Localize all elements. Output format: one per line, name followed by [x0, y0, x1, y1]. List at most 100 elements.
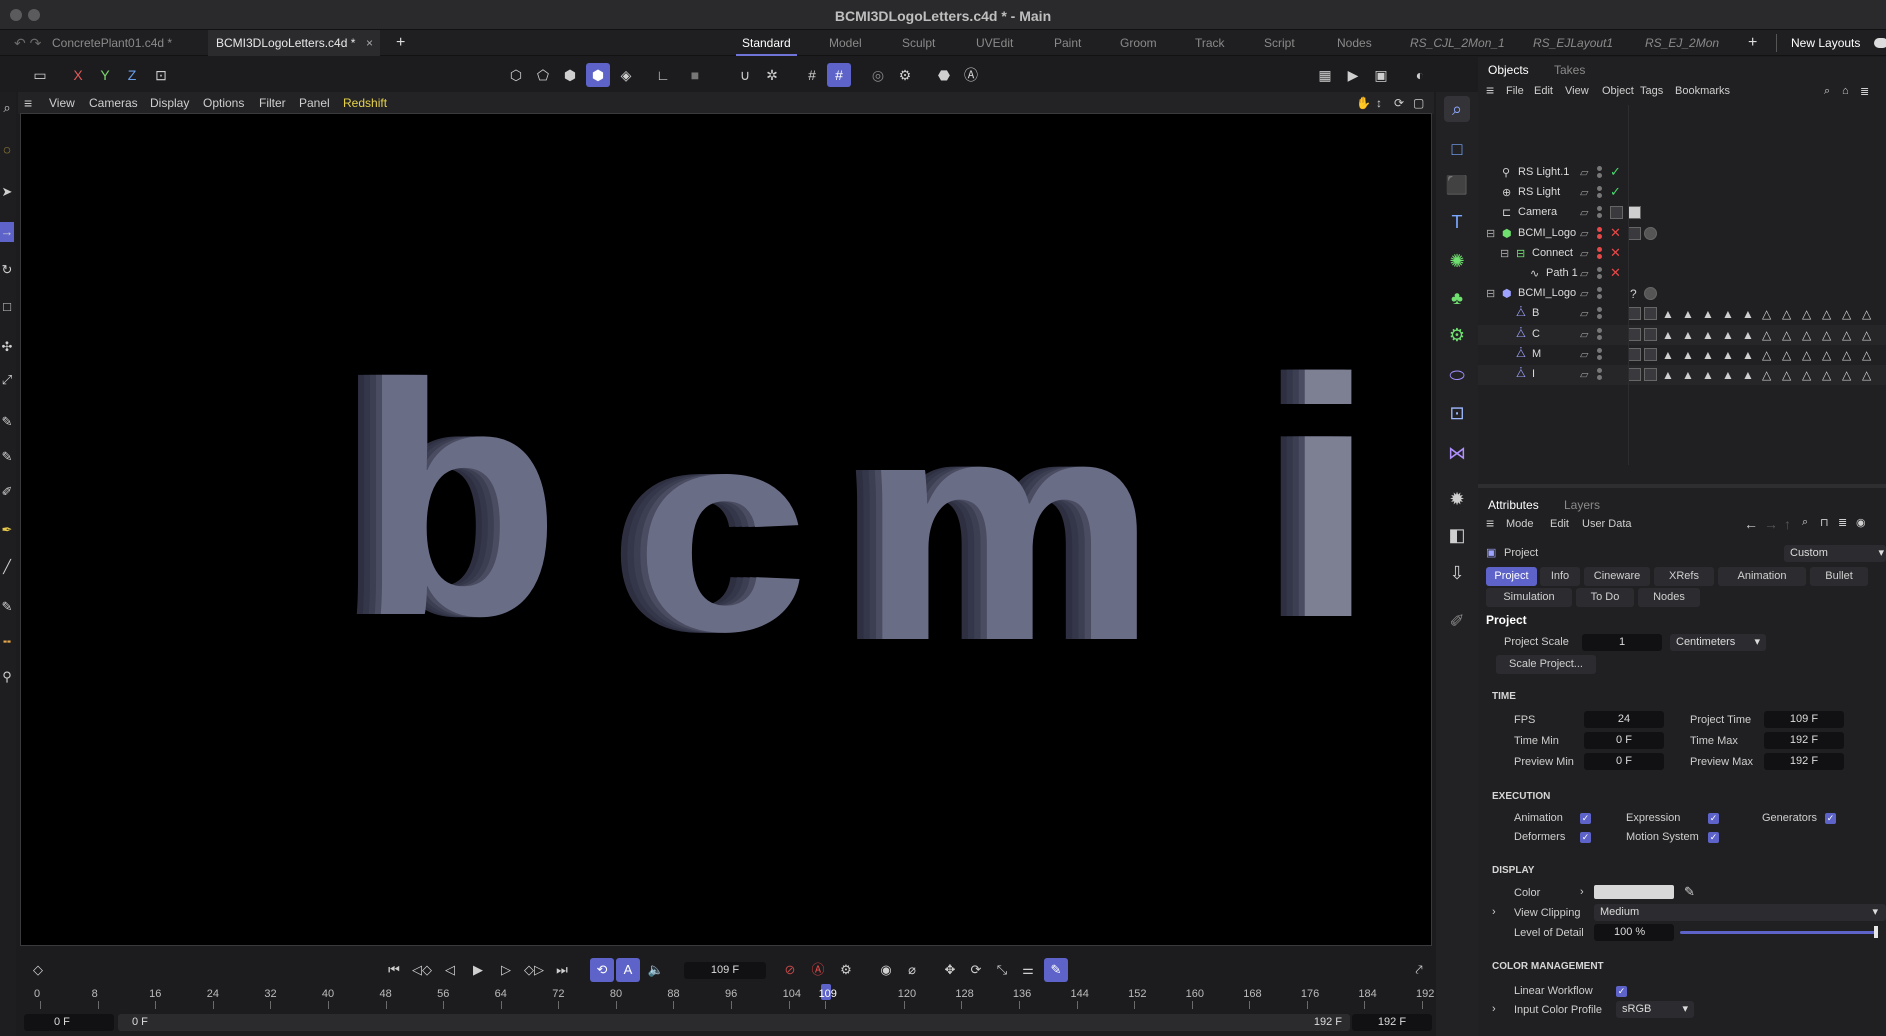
preview-max-field[interactable]: 192 F: [1764, 753, 1844, 770]
selection-tag-icon[interactable]: ▲: [1682, 368, 1694, 382]
selection-tag-icon[interactable]: ▲: [1722, 307, 1734, 321]
tab-animation[interactable]: Animation: [1718, 567, 1806, 586]
selection-tag-icon[interactable]: △: [1802, 328, 1811, 342]
go-to-end-icon[interactable]: ⏭: [550, 958, 574, 982]
visibility-dots[interactable]: [1596, 186, 1604, 200]
layer-icon[interactable]: ▱: [1580, 348, 1588, 361]
measure-icon[interactable]: ╍: [0, 632, 14, 652]
layout-paint[interactable]: Paint: [1054, 30, 1081, 56]
selection-tag-icon[interactable]: ▲: [1702, 328, 1714, 342]
selection-tag-icon[interactable]: △: [1842, 348, 1851, 362]
objects-menu-tags[interactable]: Tags: [1640, 85, 1663, 97]
camera-tag-icon[interactable]: [1628, 206, 1641, 220]
selection-tag-icon[interactable]: ▲: [1682, 348, 1694, 362]
object-row[interactable]: ⧊ M ▱ ▲ ▲ ▲ ▲ ▲ △ △ △ △ △ △: [1478, 345, 1886, 365]
home-icon[interactable]: ⌂: [1842, 85, 1849, 97]
render-view-icon[interactable]: ▶: [1341, 63, 1365, 87]
cube-icon[interactable]: ⬣: [932, 63, 956, 87]
visibility-dots[interactable]: [1596, 327, 1604, 342]
selection-tag-icon[interactable]: △: [1842, 328, 1851, 342]
tab-layers[interactable]: Layers: [1564, 498, 1600, 512]
auto-keyframe-icon[interactable]: Ⓐ: [959, 63, 983, 87]
layout-uvedit[interactable]: UVEdit: [976, 30, 1013, 56]
tab-to-do[interactable]: To Do: [1576, 588, 1634, 607]
lock-icon[interactable]: ◎: [866, 63, 890, 87]
phong-tag-icon[interactable]: [1628, 347, 1641, 361]
phong-tag-icon[interactable]: [1628, 307, 1641, 321]
layout-standard[interactable]: Standard: [736, 30, 797, 56]
selection-tag-icon[interactable]: △: [1842, 368, 1851, 382]
selection-tag-icon[interactable]: △: [1862, 368, 1871, 382]
expand-toggle-icon[interactable]: ⊟: [1500, 247, 1509, 260]
selection-tag-icon[interactable]: ▲: [1662, 307, 1674, 321]
tab-bullet[interactable]: Bullet: [1810, 567, 1868, 586]
next-frame-icon[interactable]: ▷: [494, 958, 518, 982]
attributes-hamburger-icon[interactable]: ≡: [1486, 515, 1494, 531]
live-selection-icon[interactable]: ◌: [0, 140, 14, 160]
selection-tag-icon[interactable]: △: [1862, 348, 1871, 362]
lod-field[interactable]: 100 %: [1594, 924, 1674, 941]
range-end-field[interactable]: 192 F: [1352, 1014, 1432, 1031]
menu-view[interactable]: View: [49, 92, 75, 114]
preview-min-field[interactable]: 0 F: [1584, 753, 1664, 770]
tab-takes[interactable]: Takes: [1554, 63, 1585, 77]
visibility-dots[interactable]: [1596, 166, 1604, 180]
selection-tag-icon[interactable]: △: [1782, 368, 1791, 382]
prev-frame-icon[interactable]: ◁: [438, 958, 462, 982]
workplane-icon[interactable]: #: [827, 63, 851, 87]
selection-tag-icon[interactable]: △: [1822, 328, 1831, 342]
selection-tag-icon[interactable]: △: [1782, 307, 1791, 321]
pan-icon[interactable]: ✋: [1356, 92, 1371, 114]
snap-magnet-icon[interactable]: ∪: [733, 63, 757, 87]
play-icon[interactable]: ▶: [466, 958, 490, 982]
layout-sculpt[interactable]: Sculpt: [902, 30, 935, 56]
selection-tag-icon[interactable]: △: [1762, 328, 1771, 342]
generators-checkbox[interactable]: ✓: [1825, 813, 1836, 824]
expand-toggle-icon[interactable]: ⊟: [1486, 227, 1495, 240]
layer-icon[interactable]: ▱: [1580, 307, 1588, 320]
mode-dropdown[interactable]: Custom ▾: [1784, 545, 1886, 562]
model-mode-icon[interactable]: ⬢: [586, 63, 610, 87]
layout-nodes[interactable]: Nodes: [1337, 30, 1372, 56]
selection-tag-icon[interactable]: △: [1822, 348, 1831, 362]
spline-pen-icon[interactable]: ✒: [0, 520, 14, 540]
back-arrow-icon[interactable]: ←: [1744, 516, 1758, 532]
tab-attributes[interactable]: Attributes: [1488, 498, 1539, 512]
menu-display[interactable]: Display: [150, 92, 189, 114]
linear-workflow-checkbox[interactable]: ✓: [1616, 986, 1627, 997]
selection-tag-icon[interactable]: ▲: [1742, 307, 1754, 321]
edges-mode-icon[interactable]: ⬠: [531, 63, 555, 87]
scale-project-button[interactable]: Scale Project...: [1496, 655, 1596, 674]
axis-y-lock[interactable]: Y: [93, 63, 117, 87]
archive-icon[interactable]: ▭: [28, 63, 52, 87]
layout-groom[interactable]: Groom: [1120, 30, 1157, 56]
sound-icon[interactable]: 🔈: [644, 958, 668, 982]
extrude-icon[interactable]: ✎: [0, 597, 14, 617]
uv-tag-icon[interactable]: [1644, 347, 1657, 361]
camera-icon[interactable]: ◧: [1444, 522, 1470, 548]
settings-gear-icon[interactable]: ⚙: [893, 63, 917, 87]
visibility-dots[interactable]: [1596, 347, 1604, 362]
viewport[interactable]: b c m i: [20, 113, 1432, 946]
next-key-icon[interactable]: ◇▷: [522, 958, 546, 982]
keyframe-selection-icon[interactable]: ◉: [874, 958, 898, 982]
layout-rs-ejlayout1[interactable]: RS_EJLayout1: [1533, 30, 1613, 56]
doc-tab-active[interactable]: BCMI3DLogoLetters.c4d * ×: [208, 30, 380, 56]
filter-icon[interactable]: ≣: [1838, 516, 1847, 529]
selection-tag-icon[interactable]: ▲: [1662, 368, 1674, 382]
tab-nodes[interactable]: Nodes: [1638, 588, 1700, 607]
visibility-dots[interactable]: [1596, 307, 1604, 321]
layer-icon[interactable]: ▱: [1580, 328, 1588, 341]
tag-icon[interactable]: [1628, 226, 1641, 240]
selection-tag-icon[interactable]: △: [1862, 307, 1871, 321]
expression-checkbox[interactable]: ✓: [1708, 813, 1719, 824]
cube-primitive-icon[interactable]: ⬛: [1444, 172, 1470, 198]
polygons-mode-icon[interactable]: ⬢: [558, 63, 582, 87]
objects-hamburger-icon[interactable]: ≡: [1486, 82, 1494, 98]
color-profile-dropdown[interactable]: sRGB ▾: [1616, 1001, 1694, 1018]
paint-icon[interactable]: ✎: [0, 447, 14, 467]
selection-tag-icon[interactable]: △: [1762, 307, 1771, 321]
material-tag-icon[interactable]: [1644, 226, 1657, 240]
render-settings-icon[interactable]: ▣: [1369, 63, 1393, 87]
axis-mode-icon[interactable]: ∟: [651, 63, 675, 87]
